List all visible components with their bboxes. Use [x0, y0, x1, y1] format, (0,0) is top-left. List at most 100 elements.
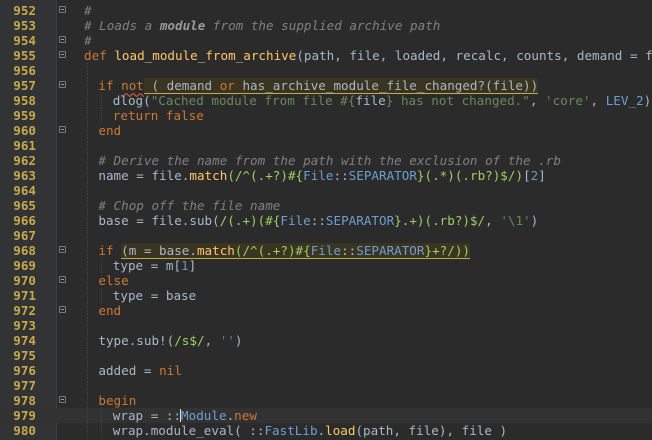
code-line[interactable]: 968 if (m = base.match(/^(.+?)#{File::SEP…: [0, 243, 652, 259]
indent-guide: [87, 288, 88, 303]
code-text[interactable]: if (m = base.match(/^(.+?)#{File::SEPARA…: [98, 243, 470, 259]
code-line[interactable]: 978 begin: [0, 393, 652, 408]
code-line[interactable]: 976 added = nil: [0, 363, 652, 378]
code-token: or: [219, 78, 235, 94]
indent-guide: [87, 408, 88, 423]
code-token: dlog(: [112, 93, 151, 108]
code-text[interactable]: # Derive the name from the path with the…: [98, 153, 561, 168]
line-number: 977: [13, 378, 36, 393]
code-line[interactable]: 952 #: [0, 3, 652, 18]
code-line[interactable]: 971 type = base: [0, 288, 652, 303]
code-line[interactable]: 973: [0, 318, 652, 333]
code-line[interactable]: 969 type = m[1]: [0, 258, 652, 273]
code-token: #: [84, 3, 92, 18]
code-token: '': [219, 333, 235, 348]
code-line[interactable]: 953 # Loads a module from the supplied ar…: [0, 18, 652, 33]
fold-toggle-icon[interactable]: [59, 81, 66, 88]
code-line[interactable]: 967: [0, 228, 652, 243]
code-line[interactable]: 961: [0, 138, 652, 153]
code-token: end: [98, 303, 122, 318]
code-token: ): [530, 213, 539, 228]
code-line[interactable]: 975: [0, 348, 652, 363]
code-text[interactable]: begin: [98, 393, 136, 408]
code-line[interactable]: 958 dlog("Cached module from file #{file}…: [0, 93, 652, 108]
code-text[interactable]: base = file.sub(/(.+)(#{File::SEPARATOR}…: [98, 213, 538, 228]
code-token: has_archive_module_file_changed?(file)): [234, 78, 539, 94]
code-token: return false: [112, 108, 204, 123]
code-token: #: [84, 33, 92, 48]
code-line[interactable]: 963 name = file.match(/^(.+?)#{File::SEPA…: [0, 168, 652, 183]
code-line[interactable]: 957 if not ( demand or has_archive_module…: [0, 78, 652, 94]
code-token: odule: [188, 408, 227, 423]
code-token: 'core': [545, 93, 591, 108]
fold-toggle-icon[interactable]: [59, 36, 66, 43]
fold-toggle-icon[interactable]: [59, 6, 66, 13]
code-text[interactable]: # Loads a module from the supplied archi…: [84, 18, 440, 33]
line-number: 972: [13, 303, 36, 318]
fold-toggle-icon[interactable]: [59, 126, 66, 133]
code-line[interactable]: 959 return false: [0, 108, 652, 123]
code-line[interactable]: 965 # Chop off the file name: [0, 198, 652, 213]
code-token: (path, file), file ): [355, 423, 508, 438]
code-line[interactable]: 974 type.sub!(/s$/, ''): [0, 333, 652, 348]
code-text[interactable]: # Chop off the file name: [98, 198, 280, 213]
code-text[interactable]: type = m[1]: [113, 258, 196, 273]
line-number: 958: [13, 93, 36, 108]
code-line[interactable]: 970 else: [0, 273, 652, 288]
code-editor[interactable]: 952 #953 # Loads a module from the supplie…: [0, 0, 652, 440]
indent-guide: [87, 258, 88, 273]
code-text[interactable]: wrap = ::Module.new: [113, 408, 257, 423]
code-text[interactable]: added = nil: [98, 363, 181, 378]
code-line[interactable]: 960 end: [0, 123, 652, 138]
code-token: /(.+)(#{: [219, 213, 281, 228]
code-text[interactable]: type = base: [113, 288, 196, 303]
code-text[interactable]: #: [84, 3, 92, 18]
code-text[interactable]: end: [98, 303, 121, 318]
code-token: type.sub!(: [98, 333, 175, 348]
code-line[interactable]: 980 wrap.module_eval( ::FastLib.load(path…: [0, 423, 652, 438]
fold-toggle-icon[interactable]: [59, 306, 66, 313]
code-token: (path, file, loaded, recalc, counts, dem…: [296, 48, 652, 63]
fold-toggle-icon[interactable]: [59, 51, 66, 58]
code-token: else: [98, 273, 129, 288]
code-text[interactable]: def load_module_from_archive(path, file,…: [84, 48, 652, 63]
code-text[interactable]: type.sub!(/s$/, ''): [98, 333, 242, 348]
code-text[interactable]: wrap.module_eval( ::FastLib.load(path, f…: [113, 423, 507, 438]
code-token: # Chop off the file name: [98, 198, 281, 213]
code-line[interactable]: 979 wrap = ::Module.new: [0, 408, 652, 423]
code-text[interactable]: dlog("Cached module from file #{file} ha…: [113, 93, 651, 108]
indent-guide: [87, 273, 88, 288]
code-text[interactable]: return false: [113, 108, 204, 123]
code-line[interactable]: 955 def load_module_from_archive(path, fi…: [0, 48, 652, 63]
code-line[interactable]: 962 # Derive the name from the path with …: [0, 153, 652, 168]
fold-toggle-icon[interactable]: [59, 396, 66, 403]
line-number: 957: [13, 78, 36, 93]
line-number: 979: [13, 408, 36, 423]
code-token: file: [355, 93, 386, 108]
code-token: ]: [538, 168, 546, 183]
code-text[interactable]: if not ( demand or has_archive_module_fi…: [98, 78, 539, 94]
code-text[interactable]: name = file.match(/^(.+?)#{File::SEPARAT…: [98, 168, 545, 183]
indent-guide: [87, 108, 88, 123]
code-token: if: [98, 78, 122, 93]
line-number: 956: [13, 63, 36, 78]
indent-guide: [87, 228, 88, 243]
code-token: begin: [98, 393, 137, 408]
code-token: new: [234, 408, 257, 423]
code-text[interactable]: #: [84, 33, 92, 48]
code-line[interactable]: 972 end: [0, 303, 652, 318]
code-line[interactable]: 954 #: [0, 33, 652, 48]
code-token: ]: [188, 258, 197, 273]
code-line[interactable]: 964: [0, 183, 652, 198]
code-text[interactable]: else: [98, 273, 128, 288]
fold-toggle-icon[interactable]: [59, 246, 66, 253]
code-text[interactable]: end: [98, 123, 121, 138]
code-line[interactable]: 956: [0, 63, 652, 78]
code-line[interactable]: 966 base = file.sub(/(.+)(#{File::SEPARAT…: [0, 213, 652, 228]
indent-guide: [87, 363, 88, 378]
fold-toggle-icon[interactable]: [59, 276, 66, 283]
code-line[interactable]: 977: [0, 378, 652, 393]
code-token: ): [643, 93, 652, 108]
code-token: (m = base.: [121, 243, 197, 259]
code-token: type = base: [112, 288, 197, 303]
